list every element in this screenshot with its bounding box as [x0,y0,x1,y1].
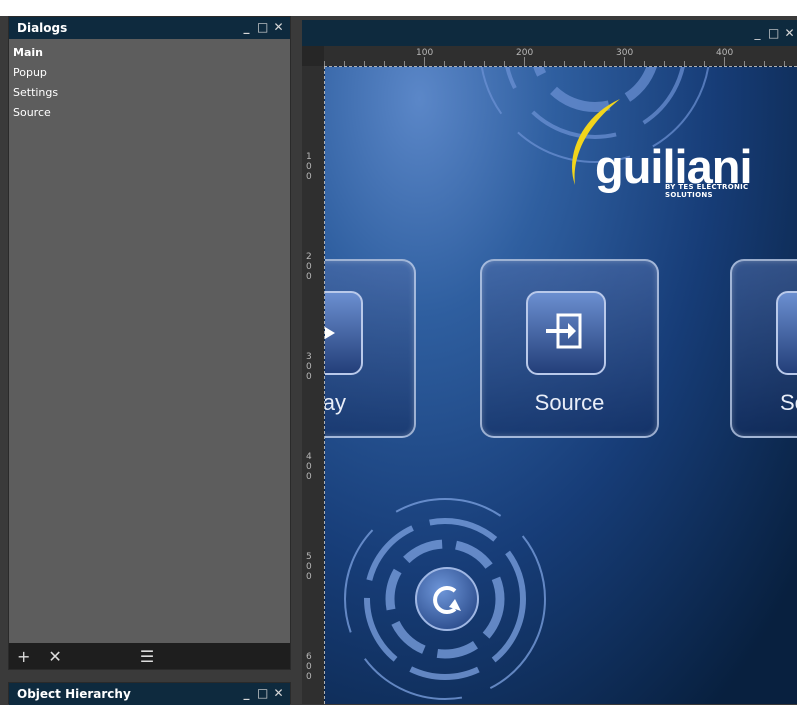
tile-settings[interactable]: Se [730,259,797,438]
settings-icon [776,291,797,375]
top-strip [0,0,797,16]
minimize-icon[interactable]: _ [241,20,252,34]
maximize-icon[interactable]: □ [257,686,268,700]
canvas-titlebar: _ □ ✕ [302,20,797,46]
delete-dialog-icon[interactable]: ✕ [48,647,61,666]
tile-play[interactable]: ay [324,259,416,438]
tile-label: ay [324,390,346,415]
ruler-label: 600 [306,652,312,682]
ruler-label: 300 [306,352,312,382]
object-hierarchy-panel: Object Hierarchy _ □ ✕ [8,682,291,705]
minimize-icon[interactable]: _ [752,26,763,40]
canvas-window: _ □ ✕ 100 200 300 400 100 200 300 400 50… [302,20,797,704]
object-hierarchy-header: Object Hierarchy _ □ ✕ [9,683,290,705]
back-button[interactable] [415,567,479,631]
dialog-item-settings[interactable]: Settings [13,83,58,103]
maximize-icon[interactable]: □ [257,20,268,34]
close-icon[interactable]: ✕ [273,686,284,700]
list-view-icon[interactable]: ☰ [140,647,154,666]
tile-label: Se [780,390,797,415]
close-icon[interactable]: ✕ [273,20,284,34]
dialogs-panel-title: Dialogs [17,21,68,35]
dialog-item-main[interactable]: Main [13,43,58,63]
dialogs-panel-footer: + ✕ ☰ [9,643,290,669]
source-icon [526,291,606,375]
tile-label: Source [534,390,605,415]
close-icon[interactable]: ✕ [784,26,795,40]
dialogs-list: Main Popup Settings Source [13,43,58,123]
object-hierarchy-title: Object Hierarchy [17,687,131,701]
dialog-item-popup[interactable]: Popup [13,63,58,83]
ruler-vertical: 100 200 300 400 500 600 [302,66,324,704]
ruler-label: 500 [306,552,312,582]
maximize-icon[interactable]: □ [768,26,779,40]
ruler-label: 100 [306,152,312,182]
ruler-label: 200 [306,252,312,282]
add-dialog-icon[interactable]: + [17,647,30,666]
minimize-icon[interactable]: _ [241,686,252,700]
tile-source[interactable]: Source [480,259,659,438]
design-canvas[interactable]: guiliani BY TES ELECTRONIC SOLUTIONS ay … [324,66,797,704]
undo-arrow-icon [433,586,461,614]
dialogs-panel: Dialogs _ □ ✕ Main Popup Settings Source… [8,16,291,670]
ruler-label: 400 [306,452,312,482]
dialog-item-source[interactable]: Source [13,103,58,123]
play-icon [325,291,363,375]
dialogs-panel-header: Dialogs _ □ ✕ [9,17,290,39]
brand-tagline: BY TES ELECTRONIC SOLUTIONS [665,183,749,199]
ruler-horizontal: 100 200 300 400 [324,46,797,66]
